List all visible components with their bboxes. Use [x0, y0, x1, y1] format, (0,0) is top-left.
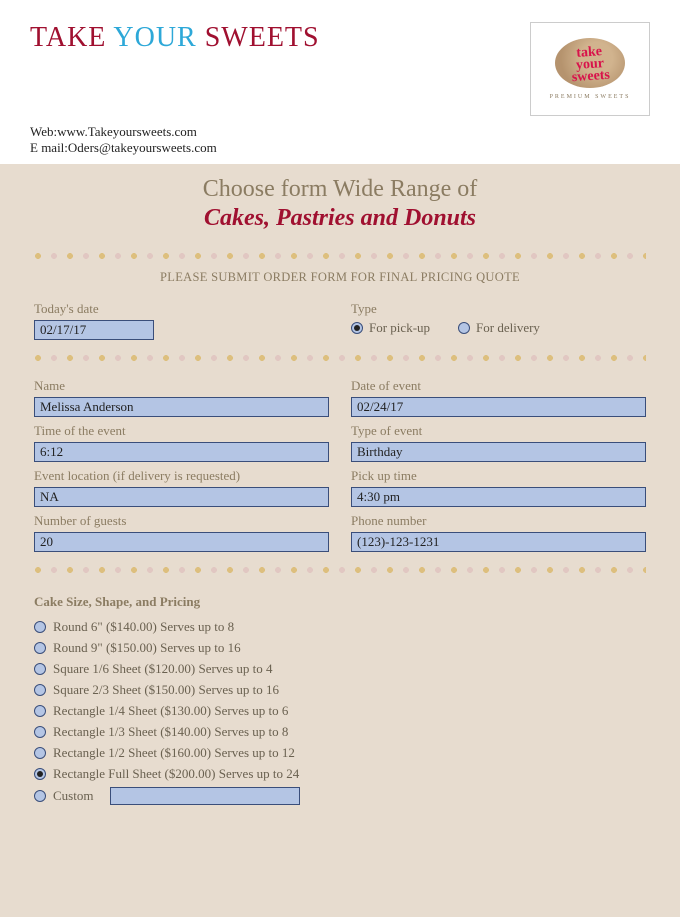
event-time-input[interactable]	[34, 442, 329, 462]
brand-word-1: TAKE	[30, 22, 106, 53]
cake-option[interactable]: Round 6" ($140.00) Serves up to 8	[34, 619, 646, 635]
order-form: Choose form Wide Range of Cakes, Pastrie…	[0, 164, 680, 917]
cake-option[interactable]: Square 1/6 Sheet ($120.00) Serves up to …	[34, 661, 646, 677]
web-label: Web:	[30, 124, 57, 139]
event-type-input[interactable]	[351, 442, 646, 462]
guests-label: Number of guests	[34, 513, 329, 529]
cake-option[interactable]: Rectangle Full Sheet ($200.00) Serves up…	[34, 766, 646, 782]
logo-script: takeyoursweets	[570, 46, 611, 84]
type-delivery-label: For delivery	[476, 320, 540, 336]
radio-icon	[34, 663, 46, 675]
type-pickup-label: For pick-up	[369, 320, 430, 336]
radio-icon	[34, 726, 46, 738]
brand-title: TAKE YOUR SWEETS	[30, 22, 320, 54]
type-pickup-option[interactable]: For pick-up	[351, 320, 430, 336]
hero-line-2: Cakes, Pastries and Donuts	[20, 205, 660, 232]
cake-option[interactable]: Square 2/3 Sheet ($150.00) Serves up to …	[34, 682, 646, 698]
type-delivery-option[interactable]: For delivery	[458, 320, 540, 336]
contact-block: Web:www.Takeyoursweets.com E mail:Oders@…	[0, 124, 680, 164]
type-label: Type	[351, 301, 646, 317]
email-address: Oders@takeyoursweets.com	[68, 140, 217, 155]
cake-option[interactable]: Rectangle 1/3 Sheet ($140.00) Serves up …	[34, 724, 646, 740]
radio-icon	[34, 642, 46, 654]
brand-word-2: YOUR	[113, 22, 196, 53]
cake-option-list: Round 6" ($140.00) Serves up to 8 Round 9…	[0, 619, 680, 805]
cake-option-label: Round 9" ($150.00) Serves up to 16	[53, 640, 241, 656]
radio-icon	[351, 322, 363, 334]
radio-icon	[34, 684, 46, 696]
cake-option-label: Rectangle 1/4 Sheet ($130.00) Serves up …	[53, 703, 288, 719]
cake-option-label: Square 1/6 Sheet ($120.00) Serves up to …	[53, 661, 273, 677]
event-time-label: Time of the event	[34, 423, 329, 439]
todays-date-input[interactable]	[34, 320, 154, 340]
event-location-label: Event location (if delivery is requested…	[34, 468, 329, 484]
cake-option-label: Custom	[53, 788, 93, 804]
radio-icon	[34, 768, 46, 780]
todays-date-label: Today's date	[34, 301, 329, 317]
cake-option[interactable]: Rectangle 1/2 Sheet ($160.00) Serves up …	[34, 745, 646, 761]
cake-option-label: Square 2/3 Sheet ($150.00) Serves up to …	[53, 682, 279, 698]
cake-option[interactable]: Custom	[34, 787, 646, 805]
event-location-input[interactable]	[34, 487, 329, 507]
pickup-time-input[interactable]	[351, 487, 646, 507]
email-label: E mail:	[30, 140, 68, 155]
pickup-time-label: Pick up time	[351, 468, 646, 484]
phone-input[interactable]	[351, 532, 646, 552]
event-type-label: Type of event	[351, 423, 646, 439]
logo-tagline: PREMIUM SWEETS	[550, 94, 631, 100]
divider-icon	[34, 354, 646, 362]
divider-icon	[34, 252, 646, 260]
phone-label: Phone number	[351, 513, 646, 529]
event-date-label: Date of event	[351, 378, 646, 394]
instruction-text: PLEASE SUBMIT ORDER FORM FOR FINAL PRICI…	[0, 270, 680, 285]
brand-word-3: SWEETS	[205, 22, 320, 53]
cake-option[interactable]: Rectangle 1/4 Sheet ($130.00) Serves up …	[34, 703, 646, 719]
event-date-input[interactable]	[351, 397, 646, 417]
divider-icon	[34, 566, 646, 574]
name-input[interactable]	[34, 397, 329, 417]
radio-icon	[34, 747, 46, 759]
radio-icon	[458, 322, 470, 334]
logo: takeyoursweets PREMIUM SWEETS	[530, 22, 650, 116]
cake-option-label: Rectangle 1/3 Sheet ($140.00) Serves up …	[53, 724, 288, 740]
radio-icon	[34, 705, 46, 717]
cake-option-label: Rectangle 1/2 Sheet ($160.00) Serves up …	[53, 745, 295, 761]
cake-option-label: Round 6" ($140.00) Serves up to 8	[53, 619, 234, 635]
cake-section-heading: Cake Size, Shape, and Pricing	[0, 584, 680, 614]
radio-icon	[34, 621, 46, 633]
custom-cake-input[interactable]	[110, 787, 300, 805]
web-url: www.Takeyoursweets.com	[57, 124, 197, 139]
cake-option-label: Rectangle Full Sheet ($200.00) Serves up…	[53, 766, 299, 782]
name-label: Name	[34, 378, 329, 394]
guests-input[interactable]	[34, 532, 329, 552]
radio-icon	[34, 790, 46, 802]
hero-line-1: Choose form Wide Range of	[20, 176, 660, 203]
cake-option[interactable]: Round 9" ($150.00) Serves up to 16	[34, 640, 646, 656]
